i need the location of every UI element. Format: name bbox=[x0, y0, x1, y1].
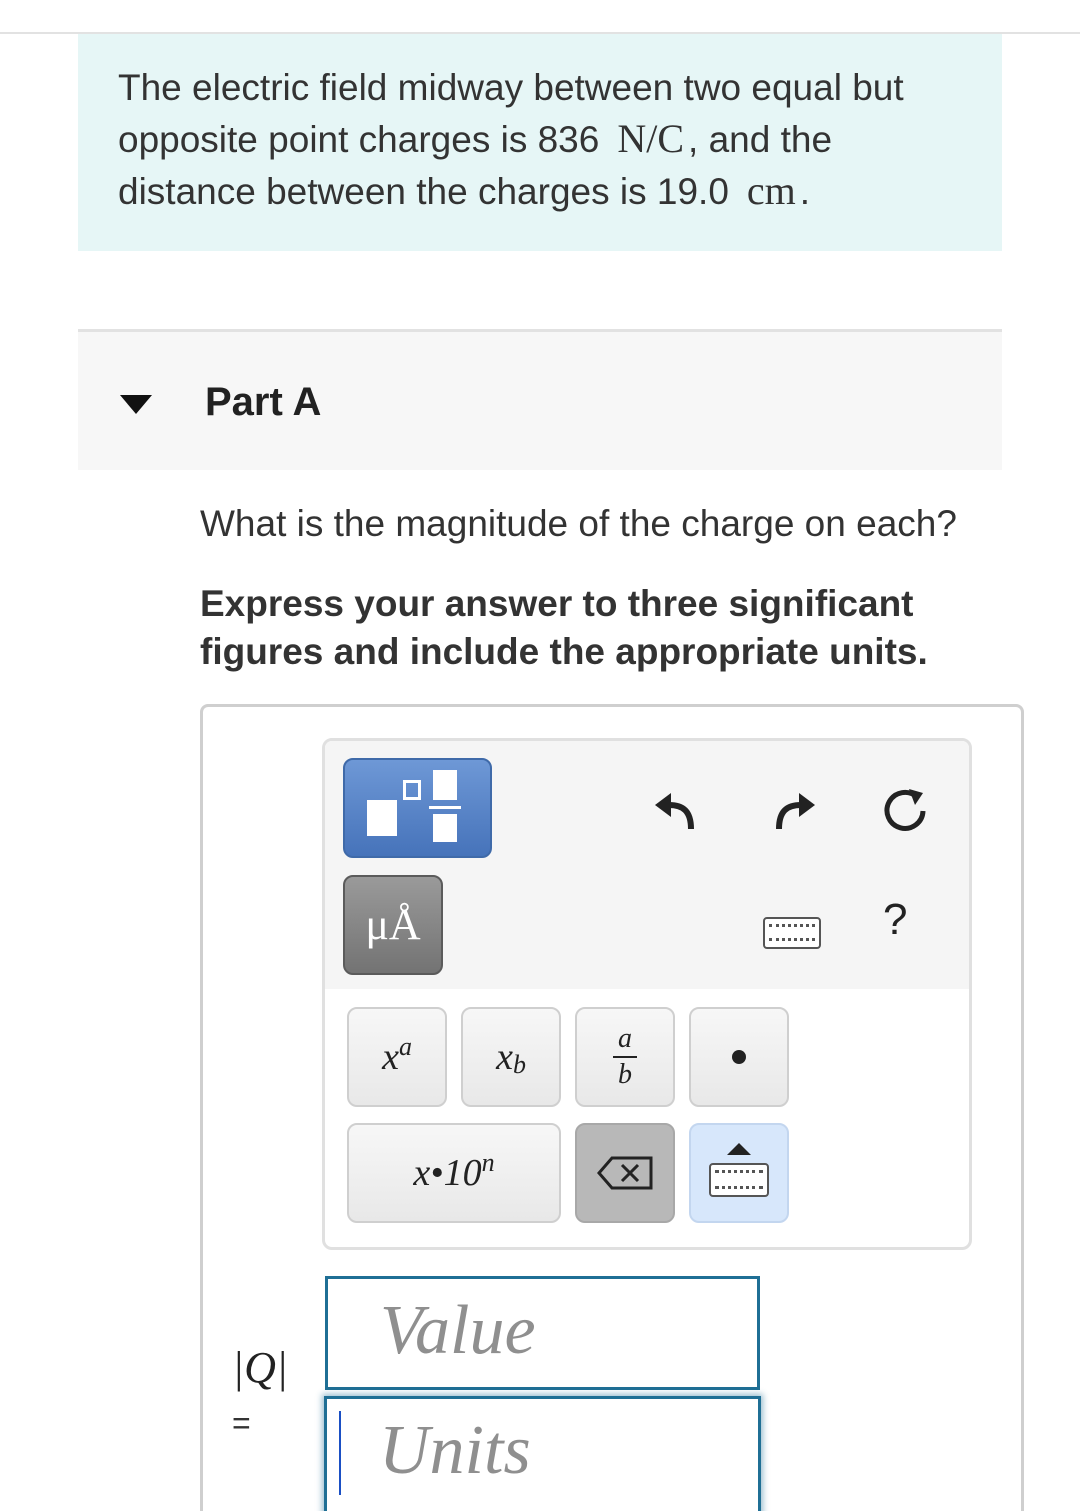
math-toolbar: μÅ ? xa xb a b x•10 n bbox=[322, 738, 972, 1250]
undo-button[interactable] bbox=[645, 781, 705, 841]
equals-sign: = bbox=[232, 1405, 251, 1441]
units-placeholder: Units bbox=[379, 1412, 531, 1489]
reset-button[interactable] bbox=[875, 781, 935, 841]
units-icon: μÅ bbox=[365, 900, 421, 949]
scientific-notation-key[interactable]: x•10 n bbox=[347, 1123, 561, 1223]
redo-icon bbox=[776, 793, 815, 830]
toggle-keyboard-key[interactable] bbox=[689, 1123, 789, 1223]
distance-unit: cm bbox=[746, 168, 796, 213]
field-unit: N/C bbox=[617, 116, 685, 161]
subscript-key[interactable]: xb bbox=[461, 1007, 561, 1107]
instruction-text: Express your answer to three significant… bbox=[200, 583, 928, 672]
keyboard-icon[interactable] bbox=[763, 917, 821, 949]
problem-text-end: . bbox=[799, 171, 811, 212]
redo-button[interactable] bbox=[765, 781, 825, 841]
undo-icon bbox=[655, 793, 694, 830]
backspace-key[interactable] bbox=[575, 1123, 675, 1223]
problem-statement: The electric field midway between two eq… bbox=[78, 34, 1002, 251]
superscript-key[interactable]: xa bbox=[347, 1007, 447, 1107]
units-input[interactable]: Units bbox=[324, 1396, 761, 1511]
templates-button[interactable] bbox=[343, 758, 492, 858]
quantity-label: |Q| bbox=[232, 1343, 288, 1392]
superscript-base: x bbox=[382, 1036, 399, 1078]
collapse-caret-icon[interactable] bbox=[120, 395, 152, 414]
part-title: Part A bbox=[205, 380, 322, 424]
fraction-denominator: b bbox=[618, 1059, 632, 1090]
question-text: What is the magnitude of the charge on e… bbox=[200, 503, 957, 544]
dot-icon bbox=[732, 1050, 746, 1064]
backspace-icon bbox=[597, 1156, 653, 1190]
fraction-key[interactable]: a b bbox=[575, 1007, 675, 1107]
value-input[interactable]: Value bbox=[325, 1276, 760, 1390]
keyboard-toggle-icon bbox=[709, 1143, 769, 1203]
part-a-header[interactable]: Part A bbox=[78, 329, 1002, 470]
help-button[interactable]: ? bbox=[883, 895, 907, 945]
problem-text: The electric field midway between two eq… bbox=[118, 62, 962, 217]
sci-notation-exp: n bbox=[481, 1148, 495, 1177]
superscript-exp: a bbox=[398, 1032, 412, 1061]
multiply-dot-key[interactable] bbox=[689, 1007, 789, 1107]
text-cursor bbox=[339, 1411, 341, 1495]
subscript-base: x bbox=[496, 1036, 513, 1078]
value-placeholder: Value bbox=[380, 1292, 536, 1369]
reset-icon bbox=[884, 789, 926, 831]
fraction-numerator: a bbox=[618, 1023, 632, 1054]
units-button[interactable]: μÅ bbox=[343, 875, 443, 975]
subscript-sub: b bbox=[512, 1050, 526, 1079]
sci-notation-base: x•10 bbox=[413, 1152, 482, 1194]
